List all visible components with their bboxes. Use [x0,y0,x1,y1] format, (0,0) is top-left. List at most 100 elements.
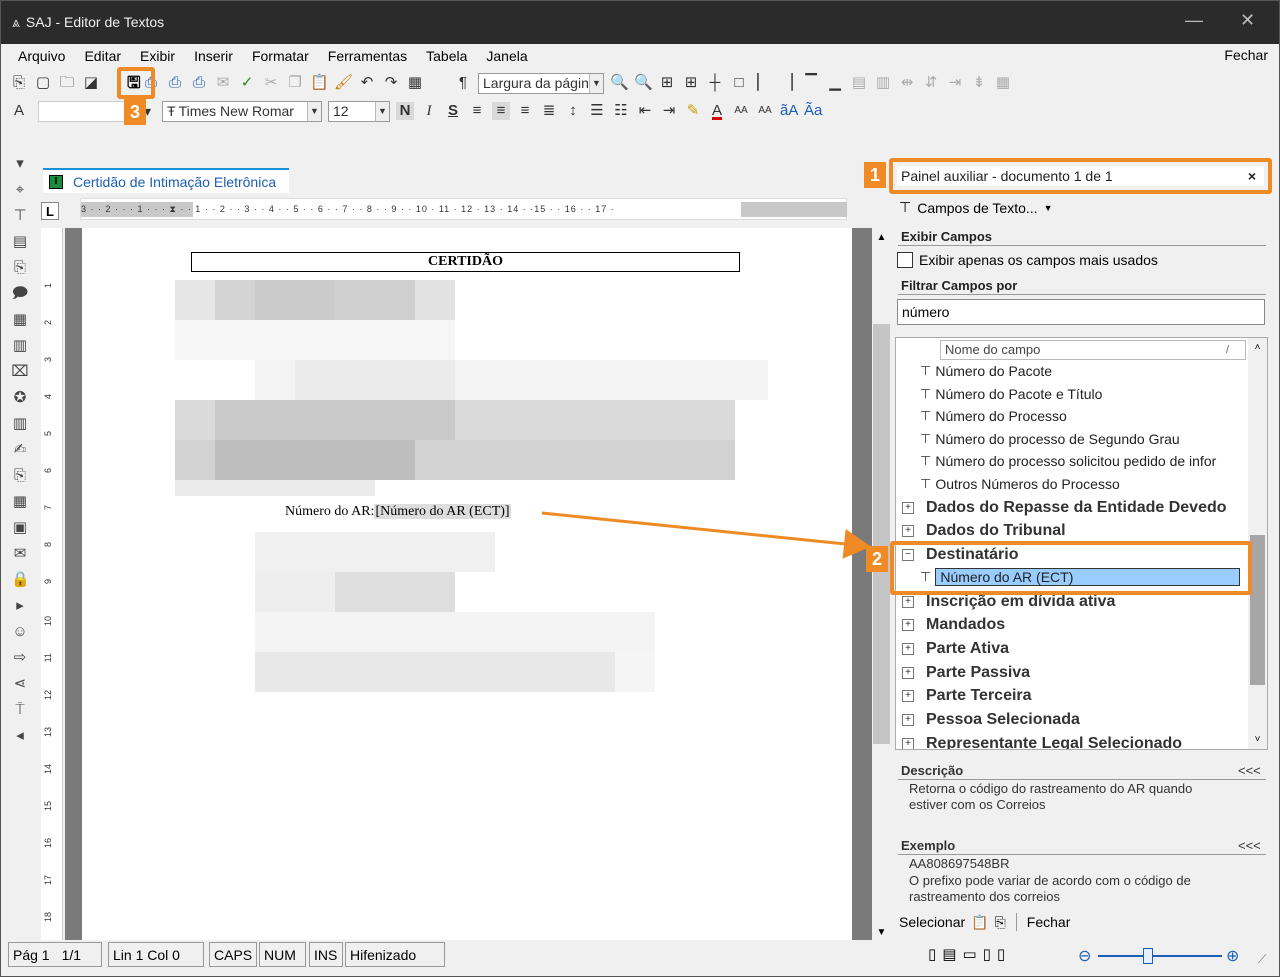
pilcrow-icon[interactable]: ¶ [454,74,472,92]
scroll-up-icon[interactable]: ▲ [872,232,891,243]
print-setup-icon[interactable]: ⎙ [190,74,208,92]
border-inner-icon[interactable]: ┼ [706,74,724,92]
table-borders-icon[interactable]: ⊞ [682,74,700,92]
border-outer-icon[interactable]: □ [730,74,748,92]
font-size-select[interactable]: 12 ▼ [328,100,390,122]
field-item[interactable]: ⊤ Número do processo solicitou pedido de … [920,450,1216,472]
panel-close-button[interactable]: Fechar [1027,914,1071,930]
paste-icon[interactable]: 📋 [310,74,329,92]
tab-stop-selector[interactable]: L [41,202,59,220]
field-item[interactable]: ⊤ Outros Números do Processo [920,473,1120,495]
description-collapse[interactable]: <<< [1238,763,1261,778]
decrease-indent-icon[interactable]: ⇤ [636,102,654,120]
copy-field-icon[interactable]: ⎘ [11,467,29,488]
zoom-out-button[interactable]: ⊖ [1078,946,1091,966]
share-icon[interactable]: ⋖ [11,675,29,696]
redo-icon[interactable]: ↷ [382,74,400,92]
format-painter-icon[interactable]: 🖌 [334,74,353,92]
group-parte-passiva[interactable]: + Parte Passiva [902,661,1030,684]
copy-field-icon[interactable]: ⎘ [995,914,1006,931]
new-from-template-icon[interactable]: ⎘ [10,74,28,92]
tree-scroll-down-icon[interactable]: ˅ [1248,734,1267,745]
close-window-icon[interactable]: ✕ [1240,10,1255,31]
person-icon[interactable]: ☺ [11,623,29,644]
stamp-icon[interactable]: ⎘ [11,259,29,280]
group-representante[interactable]: + Representante Legal Selecionado [902,732,1182,749]
field-tool-icon[interactable]: ⌖ [11,181,29,202]
menu-editar[interactable]: Editar [84,48,121,64]
grow-font-icon[interactable]: AA [732,102,750,120]
shrink-font-icon[interactable]: AA [756,102,774,120]
zoom-in-button[interactable]: ⊕ [1226,946,1239,966]
minimize-icon[interactable]: — [1185,10,1203,31]
book-icon[interactable]: ▥ [11,415,29,436]
template-icon[interactable]: ▣ [11,519,29,540]
paste-field-icon[interactable]: 📋 [971,914,988,931]
fields-dropdown-button[interactable]: ⊤ Campos de Texto... ▼ [899,199,1053,216]
comment-icon[interactable]: 🗩 [11,285,29,306]
accent-icon[interactable]: Ãa [804,102,822,120]
view-web-icon[interactable]: ▭ [962,946,982,963]
bullets-icon[interactable]: ☰ [588,102,606,120]
only-used-checkbox[interactable] [897,252,913,268]
menu-ferramentas[interactable]: Ferramentas [328,48,407,64]
menu-tabela[interactable]: Tabela [426,48,467,64]
tree-scroll-thumb[interactable] [1250,535,1265,685]
send-email-icon[interactable]: ✉ [214,74,232,92]
tab-certidao[interactable]: I Certidão de Intimação Eletrônica [43,168,289,193]
zoom-select[interactable]: Largura da págin ▼ [478,72,604,94]
form-icon[interactable]: ▦ [11,311,29,332]
group-parte-terceira[interactable]: + Parte Terceira [902,684,1032,707]
more-arrow-icon[interactable]: ◂ [11,727,29,748]
calendar-icon[interactable]: ▦ [11,493,29,514]
insert-column-icon[interactable]: ⇹ [898,74,916,92]
border-left-icon[interactable]: ▏ [754,74,772,92]
font-color-icon[interactable]: A [708,102,726,120]
tree-scroll-up-icon[interactable]: ˄ [1248,342,1267,353]
document-scrollbar[interactable]: ▲ ▼ [872,228,891,940]
field-item[interactable]: ⊤ Número do Processo [920,405,1067,427]
zoom-in-icon[interactable]: 🔍 [634,74,653,92]
field-item[interactable]: ⊤ Número do processo de Segundo Grau [920,428,1180,450]
group-repasse[interactable]: + Dados do Repasse da Entidade Devedo [902,496,1227,519]
line-spacing-icon[interactable]: ↕ [564,102,582,120]
undo-icon[interactable]: ↶ [358,74,376,92]
insert-row-icon[interactable]: ⇵ [922,74,940,92]
filter-input[interactable]: número [897,299,1265,325]
table-icon[interactable]: ▦ [406,74,424,92]
resize-grip-icon[interactable]: ⟋ [1258,952,1266,967]
justify-icon[interactable]: ≣ [540,102,558,120]
menu-arquivo[interactable]: Arquivo [18,48,65,64]
split-cells-icon[interactable]: ▥ [874,74,892,92]
italic-button[interactable]: I [420,102,438,120]
menu-fechar[interactable]: Fechar [1224,47,1268,63]
highlight-icon[interactable]: ✎ [684,102,702,120]
numbering-icon[interactable]: ☷ [612,102,630,120]
delete-row-icon[interactable]: ⇟ [970,74,988,92]
zoom-out-icon[interactable]: 🔍 [610,74,629,92]
table-properties-icon[interactable]: ▦ [994,74,1012,92]
column-header[interactable]: Nome do campo / [940,340,1246,360]
merge-cells-icon[interactable]: ▤ [850,74,868,92]
align-center-icon[interactable]: ≡ [492,102,510,120]
style-select[interactable] [38,100,138,122]
sign-icon[interactable]: ✉ [11,545,29,566]
view-page-icon[interactable]: ▯ [928,946,942,963]
group-pessoa[interactable]: + Pessoa Selecionada [902,708,1080,731]
border-top-icon[interactable]: ▔ [802,74,820,92]
certificate-icon[interactable]: ✪ [11,389,29,410]
new-document-icon[interactable]: ▢ [34,74,52,92]
panel-close-icon[interactable]: × [1248,168,1256,184]
border-right-icon[interactable]: ▕ [778,74,796,92]
remove-field-icon[interactable]: ⌧ [11,363,29,384]
scroll-down-icon[interactable]: ▼ [872,927,891,938]
font-select[interactable]: Ŧ Times New Romar ▼ [162,100,322,122]
vertical-ruler[interactable]: 12345678910111213141516171819 [41,228,63,959]
export-icon[interactable]: ⇨ [11,649,29,670]
only-used-checkbox-row[interactable]: Exibir apenas os campos mais usados [897,252,1158,268]
bold-button[interactable]: N [396,102,414,120]
save-icon[interactable]: 🖫 [127,72,141,99]
signature-icon[interactable]: ✍ [11,441,29,462]
align-right-icon[interactable]: ≡ [516,102,534,120]
insert-field-icon[interactable]: ⊤ [11,207,29,228]
